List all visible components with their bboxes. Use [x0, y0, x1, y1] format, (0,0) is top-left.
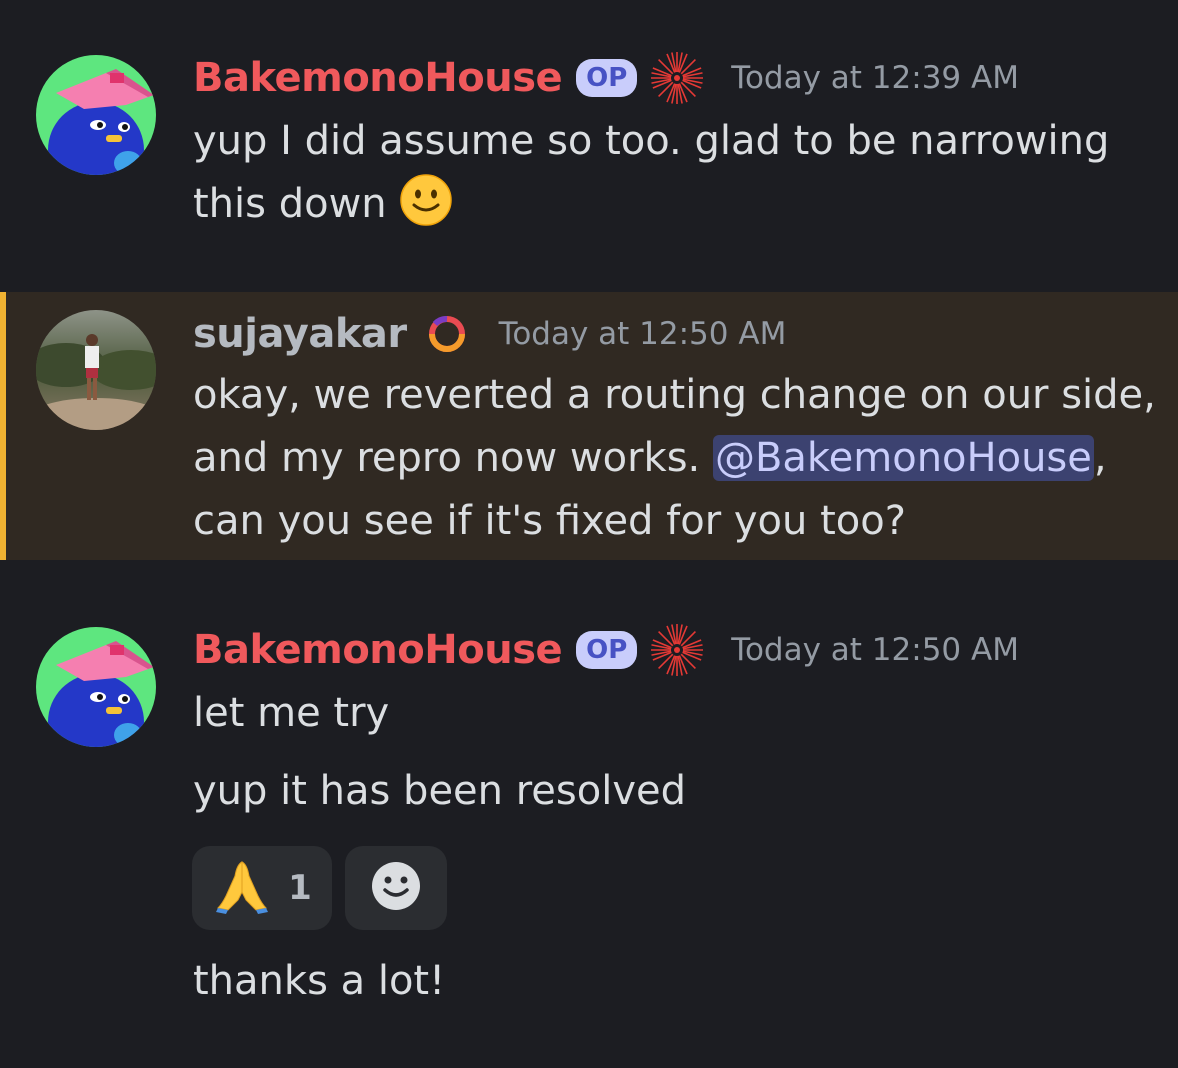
message-content: okay, we reverted a routing change on ou…	[193, 364, 1156, 553]
user-avatar[interactable]	[36, 310, 156, 430]
ring-role-icon[interactable]	[425, 312, 469, 356]
photo-avatar-icon	[36, 310, 156, 430]
timestamp[interactable]: Today at 12:39 AM	[731, 60, 1019, 96]
message-line: can you see if it's fixed for you too?	[193, 498, 906, 544]
slightly-smiling-face-icon	[399, 173, 453, 227]
user-mention[interactable]: @BakemonoHouse	[712, 435, 1094, 481]
username[interactable]: BakemonoHouse	[193, 55, 563, 101]
message-text: and my repro now works.	[193, 435, 713, 481]
username[interactable]: sujayakar	[193, 311, 407, 357]
op-badge: OP	[576, 631, 638, 669]
folded-hands-icon	[212, 856, 272, 920]
message-line: this down	[193, 181, 387, 227]
message-line-with-mention: and my repro now works. @BakemonoHouse,	[193, 427, 1156, 490]
message-3: BakemonoHouse OP Today at 12:50 AM let m…	[0, 560, 1178, 1068]
reaction-folded-hands[interactable]: 1	[192, 846, 332, 930]
op-badge: OP	[576, 59, 638, 97]
user-avatar[interactable]	[36, 55, 156, 175]
add-reaction-button[interactable]	[345, 846, 447, 930]
message-line: yup it has been resolved	[193, 768, 687, 814]
reaction-count: 1	[288, 868, 312, 908]
smiley-add-reaction-icon	[370, 860, 422, 916]
message-line: thanks a lot!	[193, 958, 446, 1004]
message-content: thanks a lot!	[193, 950, 445, 1013]
burst-role-icon[interactable]	[649, 622, 705, 678]
message-line: okay, we reverted a routing change on ou…	[193, 372, 1156, 418]
message-content: yup I did assume so too. glad to be narr…	[193, 110, 1109, 236]
message-2-highlighted: sujayakar Today at 12:50 AM okay, we rev…	[0, 292, 1178, 560]
timestamp[interactable]: Today at 12:50 AM	[499, 316, 787, 352]
username[interactable]: BakemonoHouse	[193, 627, 563, 673]
message-text: ,	[1093, 435, 1107, 481]
user-avatar[interactable]	[36, 627, 156, 747]
burst-role-icon[interactable]	[649, 50, 705, 106]
message-line-with-emoji: this down	[193, 173, 1109, 236]
ghost-avatar-icon	[36, 55, 156, 175]
message-content: let me try	[193, 682, 389, 745]
message-line: let me try	[193, 690, 390, 736]
message-1: BakemonoHouse OP Today at 12:39 AM yup I…	[0, 0, 1178, 292]
timestamp[interactable]: Today at 12:50 AM	[731, 632, 1019, 668]
ghost-avatar-icon	[36, 627, 156, 747]
message-line: yup I did assume so too. glad to be narr…	[193, 118, 1110, 164]
message-content: yup it has been resolved	[193, 760, 686, 823]
